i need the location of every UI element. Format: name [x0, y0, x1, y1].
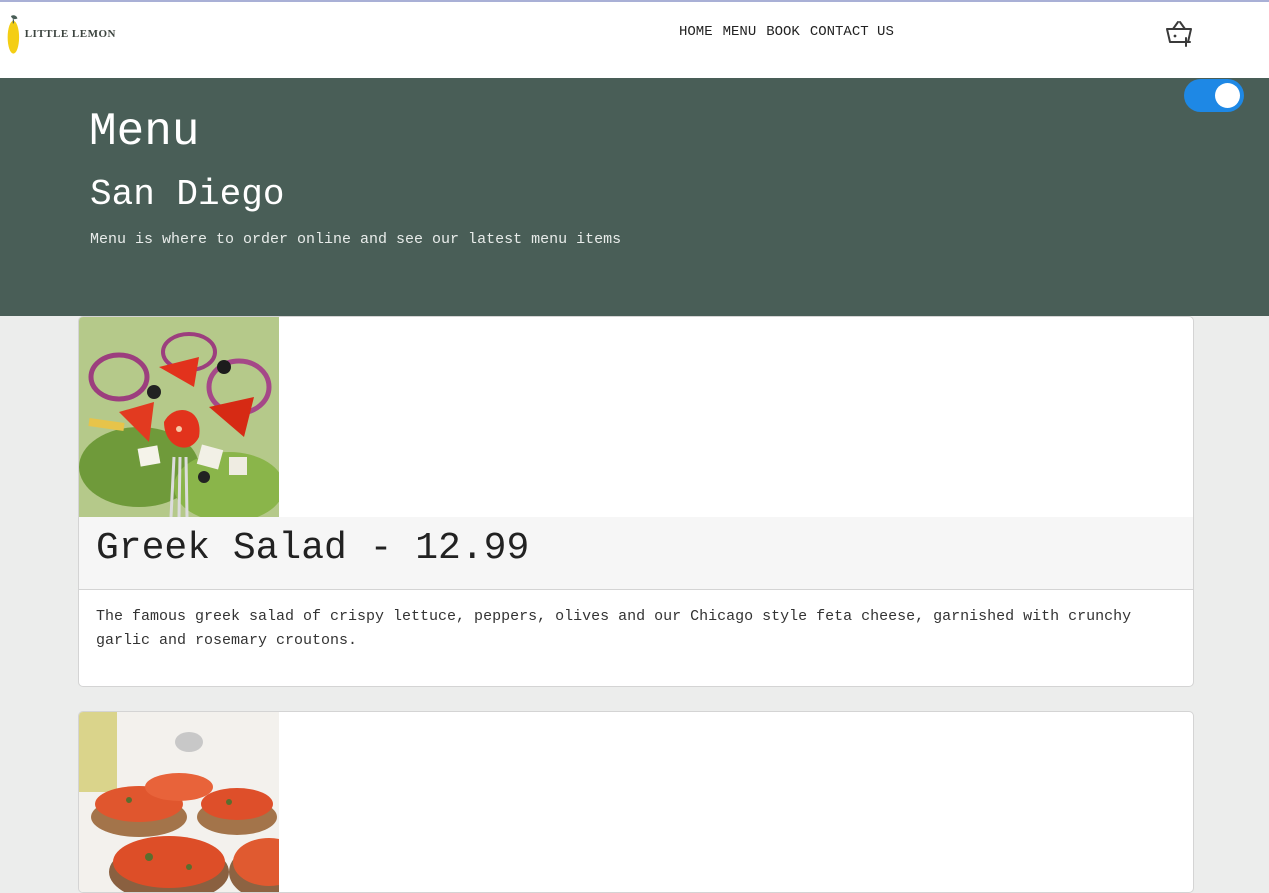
- logo-text: LITTLE LEMON: [24, 28, 116, 40]
- theme-toggle[interactable]: [1184, 79, 1244, 112]
- menu-item-card[interactable]: Greek Salad - 12.99 The famous greek sal…: [78, 316, 1194, 687]
- greek-salad-photo: [79, 317, 279, 517]
- nav-contact-us[interactable]: CONTACT US: [805, 23, 899, 41]
- nav-book[interactable]: BOOK: [761, 23, 805, 41]
- page-title: Menu: [89, 106, 200, 158]
- menu-item-title: Greek Salad - 12.99: [96, 527, 530, 570]
- menu-item-header: Greek Salad - 12.99: [79, 517, 1193, 590]
- menu-item-card[interactable]: [78, 711, 1194, 893]
- hero-banner: Menu San Diego Menu is where to order on…: [0, 78, 1269, 316]
- navbar: LITTLE LEMON HOME MENU BOOK CONTACT US: [0, 2, 1269, 78]
- logo[interactable]: LITTLE LEMON: [6, 8, 116, 60]
- cart-button[interactable]: [1164, 20, 1194, 48]
- menu-item-description: The famous greek salad of crispy lettuce…: [96, 608, 1132, 649]
- nav-menu[interactable]: MENU: [718, 23, 762, 41]
- bruschetta-photo: [79, 712, 279, 892]
- toggle-knob: [1215, 83, 1240, 108]
- hero-description: Menu is where to order online and see ou…: [90, 231, 622, 248]
- basket-plus-icon: [1166, 21, 1192, 47]
- nav-home[interactable]: HOME: [674, 23, 718, 41]
- lemon-logo-icon: [7, 15, 20, 54]
- location-subtitle: San Diego: [90, 174, 285, 215]
- main-nav: HOME MENU BOOK CONTACT US: [674, 23, 899, 41]
